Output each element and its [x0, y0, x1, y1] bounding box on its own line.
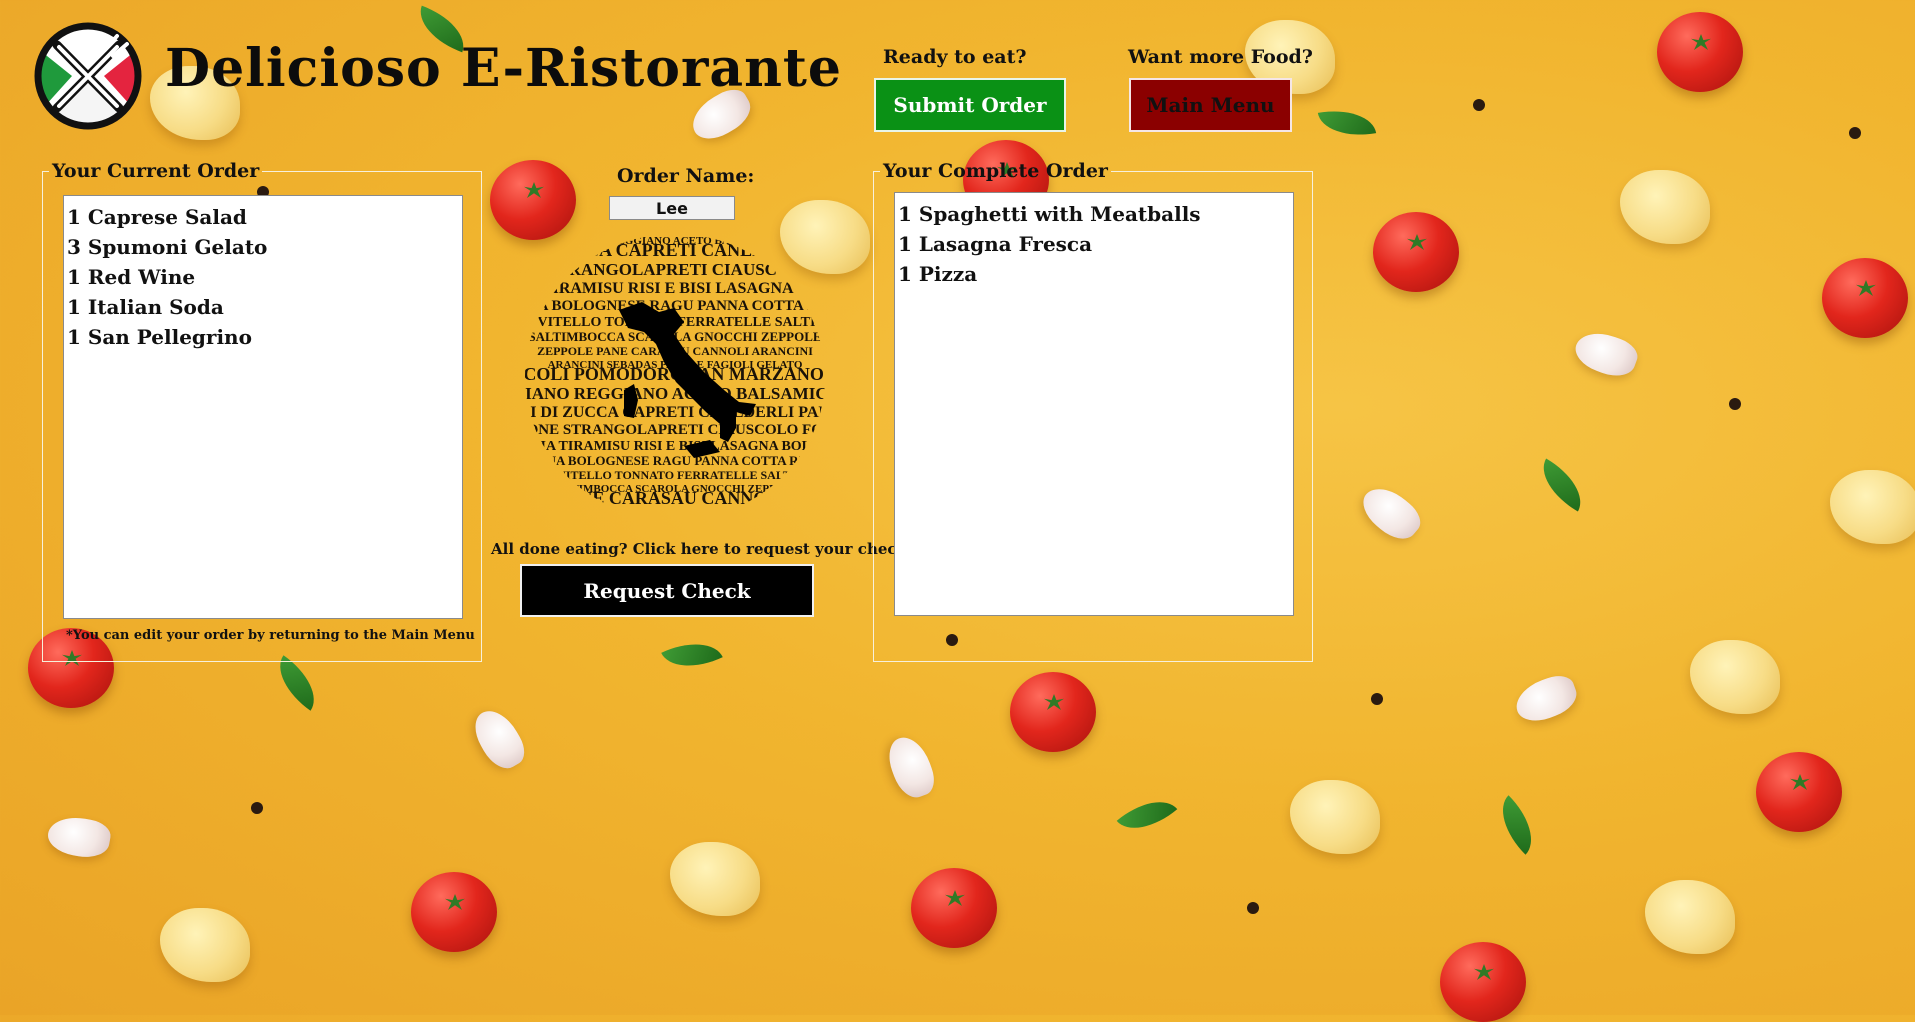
- menu-prompt: Want more Food?: [1128, 46, 1313, 68]
- list-item[interactable]: 1 Pizza: [898, 259, 1290, 289]
- edit-order-note: *You can edit your order by returning to…: [66, 628, 475, 643]
- list-item[interactable]: 1 Italian Soda: [67, 292, 459, 322]
- order-name-input[interactable]: [609, 196, 735, 220]
- list-item[interactable]: 1 Spaghetti with Meatballs: [898, 199, 1290, 229]
- request-check-hint: All done eating? Click here to request y…: [491, 540, 913, 558]
- main-menu-button[interactable]: Main Menu: [1129, 78, 1292, 132]
- list-item[interactable]: 1 Red Wine: [67, 262, 459, 292]
- request-check-button[interactable]: Request Check: [520, 564, 814, 617]
- emblem-word-line: TORTELLI DI ZUCCA CAPRETI CANEDERLI PANE…: [524, 240, 826, 260]
- emblem-word-line: MOZZARELLA PARMIGIANO REGGIANO ACETO BAL…: [524, 384, 826, 403]
- submit-prompt: Ready to eat?: [883, 46, 1027, 68]
- app-title: Delicioso E-Ristorante: [165, 38, 842, 99]
- emblem-word-line: FOCACCIA TIRAMISU RISI E BISI LASAGNA BO…: [524, 280, 826, 297]
- emblem-word-line: PANETTONE STRANGOLAPRETI CIAUSCOLO FOCAC…: [524, 422, 826, 438]
- emblem-word-line: LASAGNA BOLOGNESE RAGU PANNA COTTA RISOT…: [524, 453, 826, 468]
- italy-word-cloud-emblem: MOZZARELLA PARMIGIANO REGGIANO ACETO BAL…: [524, 235, 826, 508]
- list-item[interactable]: 1 San Pellegrino: [67, 322, 459, 352]
- emblem-word-line: RISOTTO VITELLO TONNATO FERRATELLE SALTI…: [524, 468, 826, 482]
- emblem-word-line: ZEPPOLE PANE CARASAU CANNOLI ARANCINI: [524, 488, 826, 508]
- complete-order-list[interactable]: 1 Spaghetti with Meatballs 1 Lasagna Fre…: [894, 192, 1294, 616]
- emblem-word-line: TORTELLI DI ZUCCA CAPRETI CANEDERLI PANE…: [524, 404, 826, 421]
- emblem-word-line: FOCACCIA TIRAMISU RISI E BISI LASAGNA BO…: [524, 439, 826, 454]
- submit-order-button[interactable]: Submit Order: [874, 78, 1066, 132]
- emblem-word-line: PANETTONE STRANGOLAPRETI CIAUSCOLO FOCAC…: [524, 260, 826, 279]
- list-item[interactable]: 1 Lasagna Fresca: [898, 229, 1290, 259]
- order-name-label: Order Name:: [617, 165, 755, 187]
- current-order-legend: Your Current Order: [52, 160, 260, 182]
- list-item[interactable]: 1 Caprese Salad: [67, 202, 459, 232]
- list-item[interactable]: 3 Spumoni Gelato: [67, 232, 459, 262]
- complete-order-legend: Your Complete Order: [883, 160, 1108, 182]
- current-order-list[interactable]: 1 Caprese Salad 3 Spumoni Gelato 1 Red W…: [63, 195, 463, 619]
- logo-icon: [34, 22, 142, 130]
